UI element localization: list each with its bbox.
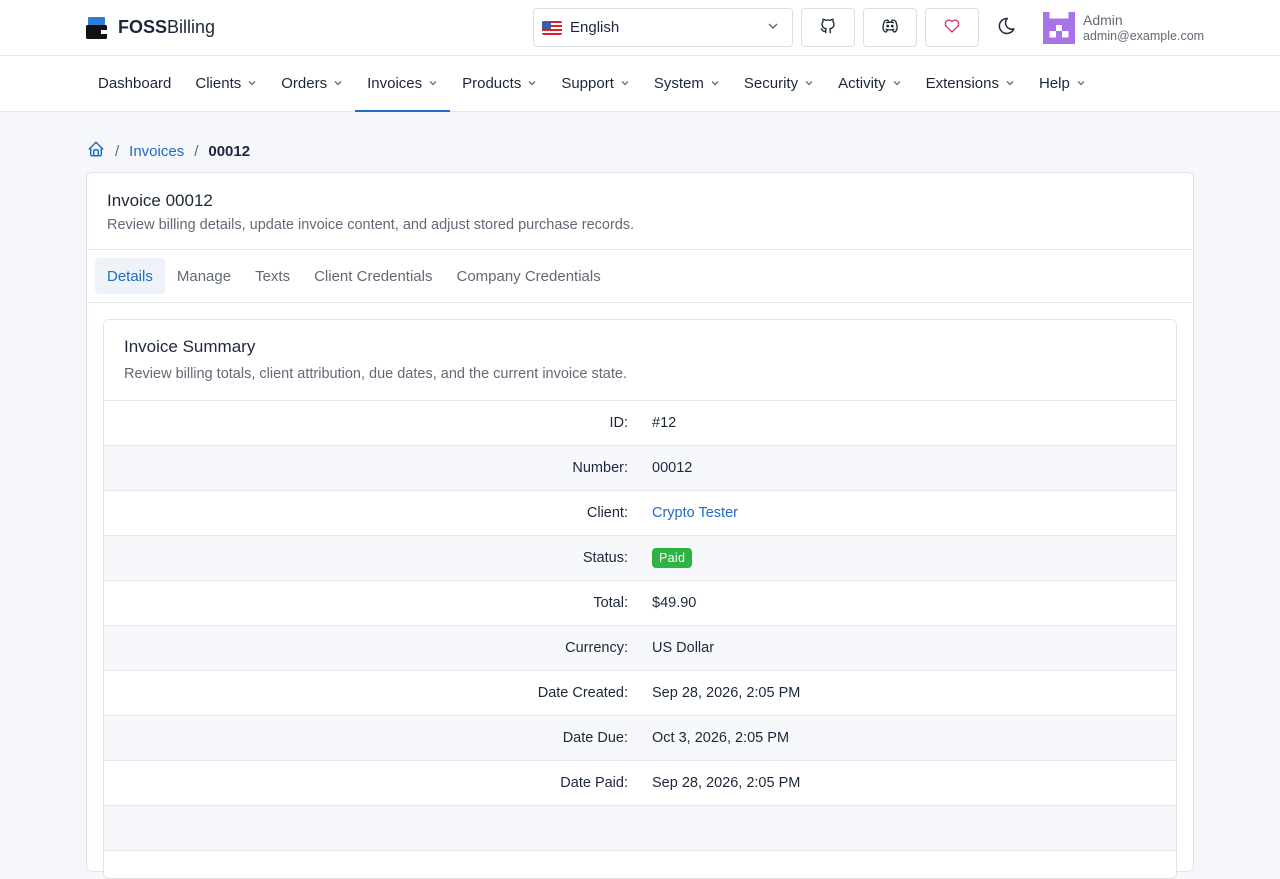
invoice-tabs: Details Manage Texts Client Credentials … xyxy=(87,250,1193,303)
status-badge: Paid xyxy=(652,548,693,568)
invoice-card: Invoice 00012 Review billing details, up… xyxy=(86,172,1194,879)
nav-products[interactable]: Products xyxy=(450,56,549,111)
table-row: Client: Crypto Tester xyxy=(104,491,1176,536)
table-row: Currency: US Dollar xyxy=(104,626,1176,671)
brand[interactable]: FOSSBilling xyxy=(86,16,215,40)
nav-extensions[interactable]: Extensions xyxy=(914,56,1027,111)
chevron-down-icon xyxy=(527,78,537,90)
language-select-value: English xyxy=(570,19,620,36)
nav-activity[interactable]: Activity xyxy=(826,56,914,111)
user-email: admin@example.com xyxy=(1083,28,1205,43)
row-label-date-created: Date Created: xyxy=(537,685,628,701)
breadcrumb-current: 00012 xyxy=(208,142,251,160)
tab-texts[interactable]: Texts xyxy=(243,258,302,294)
user-name: Admin xyxy=(1083,11,1123,28)
github-button[interactable] xyxy=(801,8,855,47)
table-row xyxy=(104,806,1176,851)
page-subtitle: Review billing details, update invoice c… xyxy=(107,217,635,233)
row-label-currency: Currency: xyxy=(565,640,628,656)
row-label-date-paid: Date Paid: xyxy=(560,775,628,791)
chevron-down-icon xyxy=(892,78,902,90)
tab-company-credentials[interactable]: Company Credentials xyxy=(444,258,612,294)
nav-clients[interactable]: Clients xyxy=(183,56,269,111)
sponsor-button[interactable] xyxy=(925,8,979,47)
tab-client-credentials[interactable]: Client Credentials xyxy=(302,258,444,294)
row-label-total: Total: xyxy=(593,595,628,611)
dark-mode-toggle[interactable] xyxy=(987,8,1027,47)
row-value-date-paid: Sep 28, 2026, 2:05 PM xyxy=(652,775,801,791)
home-icon[interactable] xyxy=(87,140,105,162)
summary-title: Invoice Summary xyxy=(124,337,256,356)
nav-invoices[interactable]: Invoices xyxy=(355,56,451,112)
row-value-currency: US Dollar xyxy=(652,640,715,656)
chevron-down-icon xyxy=(1076,78,1086,90)
breadcrumb-invoices-link[interactable]: Invoices xyxy=(129,143,184,160)
chevron-down-icon xyxy=(333,78,343,90)
row-label-id: ID: xyxy=(609,415,628,431)
tab-details[interactable]: Details xyxy=(95,258,165,294)
table-row: Status: Paid xyxy=(104,536,1176,581)
nav-help[interactable]: Help xyxy=(1027,56,1098,111)
language-select[interactable]: English xyxy=(533,8,793,47)
breadcrumb-separator: / xyxy=(194,142,199,160)
table-row: Date Due: Oct 3, 2026, 2:05 PM xyxy=(104,716,1176,761)
breadcrumb: / Invoices / 00012 xyxy=(0,112,1280,164)
chevron-down-icon xyxy=(766,19,780,37)
discord-button[interactable] xyxy=(863,8,917,47)
invoice-summary-card: Invoice Summary Review billing totals, c… xyxy=(103,319,1177,879)
discord-icon xyxy=(881,17,899,38)
chevron-down-icon xyxy=(620,78,630,90)
row-label-status: Status: xyxy=(582,550,628,566)
invoice-card-header: Invoice 00012 Review billing details, up… xyxy=(87,173,1193,250)
client-link[interactable]: Crypto Tester xyxy=(628,505,738,521)
avatar xyxy=(1043,11,1075,44)
table-row: ID: #12 xyxy=(104,401,1176,446)
row-value-id: #12 xyxy=(652,415,677,431)
table-row: Number: 00012 xyxy=(104,446,1176,491)
nav-system[interactable]: System xyxy=(642,56,732,111)
table-row: Date Created: Sep 28, 2026, 2:05 PM xyxy=(104,671,1176,716)
table-row: Total: $49.90 xyxy=(104,581,1176,626)
top-header: FOSSBilling English Admin admin@example.… xyxy=(0,0,1280,56)
chevron-down-icon xyxy=(247,78,257,90)
nav-dashboard[interactable]: Dashboard xyxy=(86,56,183,111)
us-flag-icon xyxy=(542,20,562,35)
moon-icon xyxy=(997,16,1017,39)
foss-billing-logo-icon xyxy=(86,16,108,40)
github-icon xyxy=(819,17,837,38)
page-title: Invoice 00012 xyxy=(107,191,213,210)
row-label-client: Client: xyxy=(586,505,628,521)
heart-icon xyxy=(943,17,961,38)
row-value-date-created: Sep 28, 2026, 2:05 PM xyxy=(652,685,801,701)
row-label-date-due: Date Due: xyxy=(562,730,628,746)
chevron-down-icon xyxy=(1005,78,1015,90)
nav-support[interactable]: Support xyxy=(549,56,642,111)
brand-name: FOSSBilling xyxy=(118,17,216,37)
row-value-total: $49.90 xyxy=(652,595,697,611)
chevron-down-icon xyxy=(804,78,814,90)
nav-orders[interactable]: Orders xyxy=(269,56,355,111)
row-value-date-due: Oct 3, 2026, 2:05 PM xyxy=(652,730,790,746)
user-menu[interactable]: Admin admin@example.com xyxy=(1043,11,1205,44)
chevron-down-icon xyxy=(710,78,720,90)
summary-subtitle: Review billing totals, client attributio… xyxy=(124,366,627,382)
row-value-number: 00012 xyxy=(652,460,693,476)
invoice-summary-header: Invoice Summary Review billing totals, c… xyxy=(104,320,1176,401)
nav-security[interactable]: Security xyxy=(732,56,826,111)
breadcrumb-separator: / xyxy=(115,142,120,160)
tab-manage[interactable]: Manage xyxy=(165,258,243,294)
row-label-number: Number: xyxy=(572,460,628,476)
main-nav: Dashboard Clients Orders Invoices Produc… xyxy=(0,56,1280,112)
summary-table: ID: #12 Number: 00012 Client: Crypto Tes… xyxy=(104,401,1176,851)
table-row: Date Paid: Sep 28, 2026, 2:05 PM xyxy=(104,761,1176,806)
chevron-down-icon xyxy=(428,78,438,90)
